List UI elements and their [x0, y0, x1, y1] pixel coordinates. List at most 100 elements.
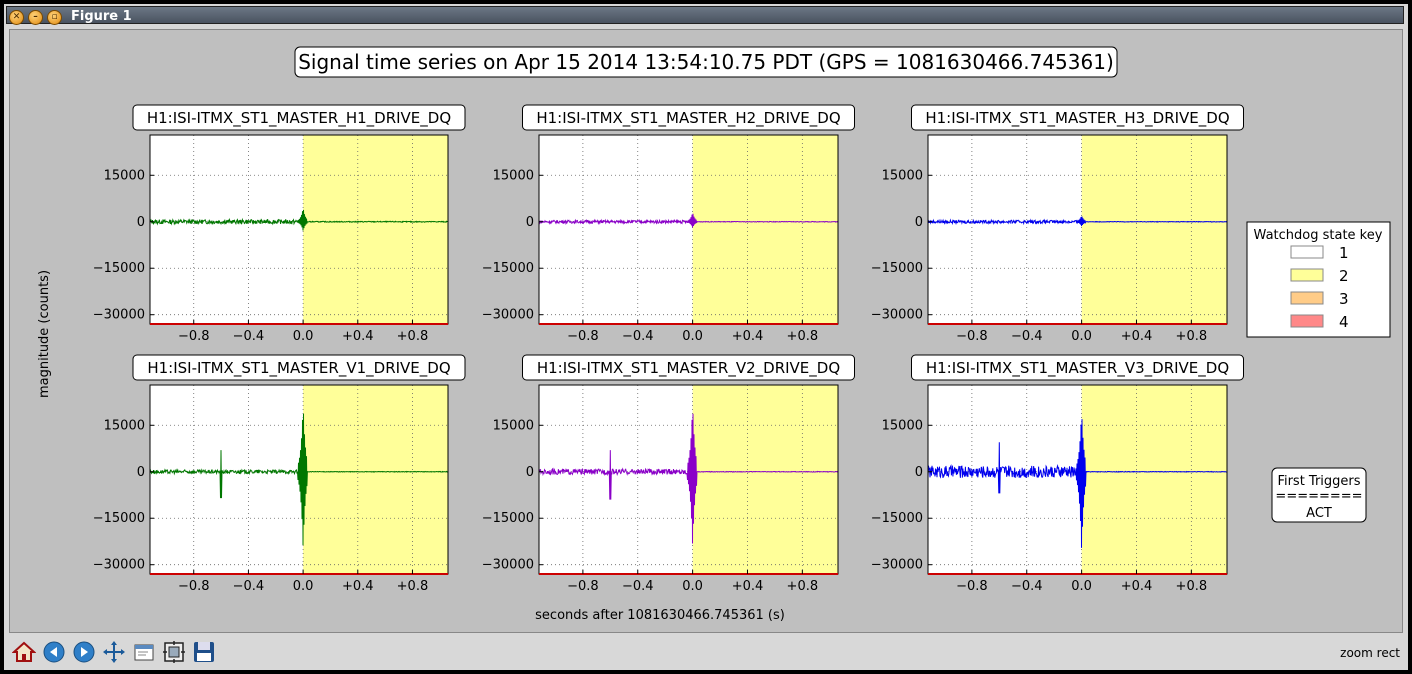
x-axis-label: seconds after 1081630466.745361 (s) — [535, 608, 785, 623]
minimize-icon[interactable]: – — [28, 10, 43, 25]
y-axis-label: magnitude (counts) — [37, 270, 52, 398]
legend-swatch — [1290, 245, 1324, 259]
y-tick-label: 15000 — [104, 168, 145, 183]
state-2-region — [303, 385, 448, 574]
subplot-title: H1:ISI-ITMX_ST1_MASTER_H1_DRIVE_DQ — [147, 109, 451, 128]
maximize-icon[interactable]: ▫ — [47, 10, 62, 25]
x-tick-label: −0.8 — [178, 579, 210, 594]
x-tick-label: +0.4 — [732, 579, 764, 594]
x-tick-label: −0.4 — [233, 579, 265, 594]
home-icon — [12, 641, 36, 662]
triggers-title: First Triggers — [1277, 474, 1360, 489]
title-bar[interactable]: ✕ – ▫ Figure 1 — [6, 6, 1404, 25]
figure-svg: Signal time series on Apr 15 2014 13:54:… — [37, 46, 1391, 623]
y-tick-label: −15000 — [482, 261, 534, 276]
y-tick-label: 0 — [526, 465, 534, 480]
y-tick-label: −15000 — [93, 511, 145, 526]
x-tick-label: 0.0 — [293, 329, 314, 344]
x-tick-label: −0.4 — [622, 329, 654, 344]
y-tick-label: −15000 — [482, 511, 534, 526]
subplot-6: 15000 0 −15000 −30000 −0.8 −0.4 0.0 +0.4 +0.8 H1:… — [871, 354, 1244, 594]
y-tick-label: 0 — [915, 465, 923, 480]
subplot-title: H1:ISI-ITMX_ST1_MASTER_V3_DRIVE_DQ — [926, 359, 1229, 378]
y-tick-label: −15000 — [93, 261, 145, 276]
y-tick-label: 0 — [526, 215, 534, 230]
triggers-separator: ======== — [1275, 489, 1362, 504]
y-tick-label: −30000 — [93, 558, 145, 573]
state-2-region — [1081, 385, 1227, 574]
legend-swatch — [1290, 268, 1324, 282]
x-tick-label: −0.8 — [956, 329, 988, 344]
pan-button[interactable] — [100, 638, 128, 666]
subplot-title: H1:ISI-ITMX_ST1_MASTER_V2_DRIVE_DQ — [537, 359, 840, 378]
state-2-region — [692, 135, 838, 324]
legend-title: Watchdog state key — [1254, 228, 1383, 243]
forward-icon — [73, 641, 95, 663]
x-tick-label: +0.8 — [787, 579, 819, 594]
y-tick-label: −30000 — [93, 308, 145, 323]
legend-label: 4 — [1339, 313, 1349, 331]
subplot-4: 15000 0 −15000 −30000 −0.8 −0.4 0.0 +0.4 +0.8 H1:… — [93, 354, 466, 594]
back-button[interactable] — [40, 638, 68, 666]
x-tick-label: +0.4 — [342, 579, 374, 594]
state-2-region — [1081, 135, 1227, 324]
x-tick-label: 0.0 — [1071, 579, 1092, 594]
x-tick-label: +0.8 — [1176, 329, 1208, 344]
y-tick-label: 0 — [137, 465, 145, 480]
back-icon — [43, 641, 65, 663]
y-tick-label: 15000 — [493, 168, 534, 183]
x-tick-label: −0.4 — [1011, 329, 1043, 344]
x-tick-label: +0.8 — [787, 329, 819, 344]
forward-button[interactable] — [70, 638, 98, 666]
zoom-rect-icon — [134, 644, 154, 661]
subplot-title: H1:ISI-ITMX_ST1_MASTER_H3_DRIVE_DQ — [925, 109, 1229, 128]
y-tick-label: 0 — [915, 215, 923, 230]
x-tick-label: −0.8 — [567, 579, 599, 594]
x-tick-label: +0.8 — [397, 329, 429, 344]
x-tick-label: 0.0 — [1071, 329, 1092, 344]
zoom-rect-button[interactable] — [130, 638, 158, 666]
status-text: zoom rect — [1340, 646, 1400, 660]
y-tick-label: −30000 — [482, 308, 534, 323]
configure-subplots-button[interactable] — [160, 638, 188, 666]
x-tick-label: −0.4 — [233, 329, 265, 344]
pan-icon — [103, 641, 125, 663]
y-tick-label: 0 — [137, 215, 145, 230]
legend-swatch — [1290, 291, 1324, 305]
x-tick-label: −0.4 — [1011, 579, 1043, 594]
state-2-region — [692, 385, 838, 574]
subplot-2: 15000 0 −15000 −30000 −0.8 −0.4 0.0 +0.4 +0.8 H1:… — [482, 104, 855, 344]
figure-canvas[interactable]: Signal time series on Apr 15 2014 13:54:… — [9, 29, 1403, 633]
y-tick-label: −15000 — [871, 261, 923, 276]
y-tick-label: −15000 — [871, 511, 923, 526]
x-tick-label: −0.8 — [567, 329, 599, 344]
window-title: Figure 1 — [71, 9, 132, 24]
first-triggers-box: First Triggers ======== ACT — [1271, 467, 1367, 523]
x-tick-label: −0.8 — [178, 329, 210, 344]
subplot-3: 15000 0 −15000 −30000 −0.8 −0.4 0.0 +0.4 +0.8 H1:… — [871, 104, 1244, 344]
subplot-title: H1:ISI-ITMX_ST1_MASTER_H2_DRIVE_DQ — [536, 109, 840, 128]
triggers-value: ACT — [1306, 506, 1332, 521]
x-tick-label: 0.0 — [293, 579, 314, 594]
x-tick-label: 0.0 — [682, 579, 703, 594]
legend-label: 3 — [1339, 290, 1349, 308]
x-tick-label: +0.8 — [1176, 579, 1208, 594]
x-tick-label: 0.0 — [682, 329, 703, 344]
configure-subplots-icon — [163, 641, 185, 663]
state-2-region — [303, 135, 448, 324]
x-tick-label: +0.4 — [1121, 579, 1153, 594]
legend-swatch — [1290, 314, 1324, 328]
subplot-title: H1:ISI-ITMX_ST1_MASTER_V1_DRIVE_DQ — [147, 359, 450, 378]
x-tick-label: −0.8 — [956, 579, 988, 594]
home-button[interactable] — [10, 638, 38, 666]
save-icon — [194, 642, 214, 662]
y-tick-label: 15000 — [882, 418, 923, 433]
x-tick-label: +0.8 — [397, 579, 429, 594]
x-tick-label: +0.4 — [1121, 329, 1153, 344]
legend-label: 1 — [1339, 244, 1349, 262]
close-icon[interactable]: ✕ — [9, 10, 24, 25]
x-tick-label: +0.4 — [342, 329, 374, 344]
save-button[interactable] — [190, 638, 218, 666]
legend-label: 2 — [1339, 267, 1349, 285]
navigation-toolbar: zoom rect — [4, 634, 1408, 670]
